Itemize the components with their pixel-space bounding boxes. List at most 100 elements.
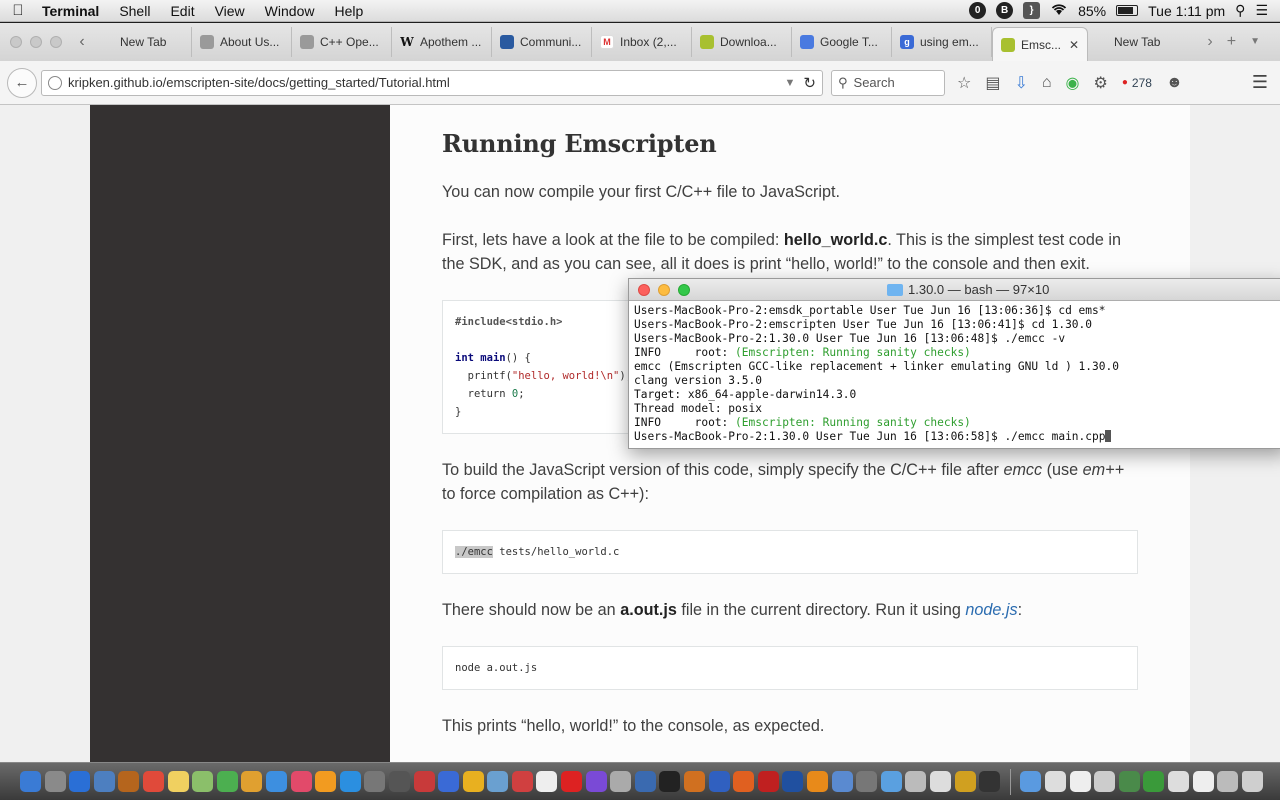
clock[interactable]: Tue 1:11 pm <box>1148 3 1225 19</box>
search-box[interactable]: ⚲ Search <box>831 69 945 96</box>
terminal-output[interactable]: Users-MacBook-Pro-2:emsdk_portable User … <box>629 301 1280 447</box>
dock-app-icon[interactable] <box>69 771 91 792</box>
dock-app-icon[interactable] <box>979 771 1001 792</box>
dock-app-icon[interactable] <box>265 771 287 792</box>
tab-list-chevron-icon[interactable]: ▼ <box>1250 33 1260 51</box>
tabs-scroll-right-icon[interactable]: › <box>1207 33 1212 51</box>
dock-folder-icon[interactable] <box>1118 771 1140 792</box>
terminal-minimize-button[interactable] <box>658 283 670 296</box>
dock-app-icon[interactable] <box>954 771 976 792</box>
tab-active-emscripten[interactable]: Emsc... ✕ <box>992 27 1088 61</box>
home-icon[interactable]: ⌂ <box>1042 74 1052 92</box>
tab-7[interactable]: Downloa... <box>692 27 792 57</box>
dock-app-icon[interactable] <box>241 771 263 792</box>
dock-app-icon[interactable] <box>733 771 755 792</box>
dock-app-icon[interactable] <box>364 771 386 792</box>
site-identity-icon[interactable] <box>48 75 62 90</box>
back-button[interactable]: ← <box>7 67 37 98</box>
dock-folder-icon[interactable] <box>1192 771 1214 792</box>
tab-5[interactable]: Communi... <box>492 27 592 57</box>
url-history-dropdown-icon[interactable]: ▼ <box>785 77 796 89</box>
chat-icon[interactable]: ☻ <box>1166 74 1183 92</box>
dock-app-icon[interactable] <box>339 771 361 792</box>
dock-folder-icon[interactable] <box>1069 771 1091 792</box>
status-icon-1[interactable]: 0 <box>969 2 987 19</box>
browser-close-button[interactable] <box>10 36 22 48</box>
spotlight-icon[interactable]: ⚲ <box>1235 2 1245 19</box>
dock-app-icon[interactable] <box>807 771 828 792</box>
browser-minimize-button[interactable] <box>30 36 42 48</box>
new-tab-plus-icon[interactable]: + <box>1227 33 1236 51</box>
dock-folder-icon[interactable] <box>1167 771 1189 792</box>
dock-app-icon[interactable] <box>462 771 484 792</box>
tab-close-icon[interactable]: ✕ <box>1069 38 1079 52</box>
dock-app-icon[interactable] <box>93 771 115 792</box>
dock-app-icon[interactable] <box>487 771 509 792</box>
terminal-titlebar[interactable]: 1.30.0 — bash — 97×10 <box>629 279 1280 301</box>
tab-6[interactable]: M Inbox (2,... <box>592 27 692 57</box>
dock-app-icon[interactable] <box>782 771 804 792</box>
dock-app-icon[interactable] <box>388 771 410 792</box>
terminal-zoom-button[interactable] <box>678 283 690 296</box>
dock-folder-icon[interactable] <box>1094 771 1116 792</box>
menu-shell[interactable]: Shell <box>109 3 160 19</box>
downloads-icon[interactable]: ⇩ <box>1014 73 1027 93</box>
tab-new-tab[interactable]: New Tab <box>1088 27 1188 57</box>
dock-app-icon[interactable] <box>20 771 41 792</box>
nodejs-link[interactable]: node.js <box>965 601 1017 619</box>
browser-zoom-button[interactable] <box>50 36 62 48</box>
dock-app-icon[interactable] <box>216 771 238 792</box>
dock-app-icon[interactable] <box>708 771 730 792</box>
dock-app-icon[interactable] <box>610 771 632 792</box>
dock-app-icon[interactable] <box>561 771 583 792</box>
dock-app-icon[interactable] <box>192 771 214 792</box>
extension-puzzle-icon[interactable]: ⚙ <box>1094 73 1108 93</box>
selected-code-text[interactable]: ./emcc <box>455 546 493 558</box>
dock-app-icon[interactable] <box>856 771 878 792</box>
menu-help[interactable]: Help <box>324 3 373 19</box>
browser-menu-icon[interactable]: ☰ <box>1252 72 1268 93</box>
dock-app-icon[interactable] <box>929 771 951 792</box>
tab-8[interactable]: Google T... <box>792 27 892 57</box>
battery-icon[interactable] <box>1116 5 1139 16</box>
reload-icon[interactable]: ↻ <box>803 74 816 92</box>
dock-app-icon[interactable] <box>44 771 66 792</box>
dock-folder-icon[interactable] <box>1217 771 1239 792</box>
dock-app-icon[interactable] <box>831 771 853 792</box>
dock-app-icon[interactable] <box>659 771 681 792</box>
dock-app-icon[interactable] <box>880 771 902 792</box>
menu-view[interactable]: View <box>205 3 255 19</box>
menu-app[interactable]: Terminal <box>36 3 109 19</box>
notification-center-icon[interactable]: ☰ <box>1255 2 1268 19</box>
dock-app-icon[interactable] <box>438 771 460 792</box>
bookmark-star-icon[interactable]: ☆ <box>957 73 971 93</box>
dock-app-icon[interactable] <box>413 771 435 792</box>
dock-app-icon[interactable] <box>905 771 927 792</box>
dock-folder-icon[interactable] <box>1044 771 1066 792</box>
dock-app-icon[interactable] <box>142 771 164 792</box>
dock-app-icon[interactable] <box>167 771 189 792</box>
dock-app-icon[interactable] <box>585 771 607 792</box>
terminal-window[interactable]: 1.30.0 — bash — 97×10 Users-MacBook-Pro-… <box>628 278 1280 449</box>
dock-app-icon[interactable] <box>118 771 140 792</box>
tab-1[interactable]: New Tab <box>92 27 192 57</box>
status-icon-3[interactable]: } <box>1023 2 1041 19</box>
tab-4[interactable]: W Apothem ... <box>392 27 492 57</box>
dock-app-icon[interactable] <box>290 771 312 792</box>
extension-icon[interactable]: ◉ <box>1066 73 1080 93</box>
tab-9[interactable]: g using em... <box>892 27 992 57</box>
tab-3[interactable]: C++ Ope... <box>292 27 392 57</box>
trash-icon[interactable] <box>1241 771 1263 792</box>
apple-icon[interactable]:  <box>0 2 36 19</box>
url-bar[interactable]: kripken.github.io/emscripten-site/docs/g… <box>41 69 823 96</box>
tabs-scroll-left-icon[interactable]: ‹ <box>72 33 92 51</box>
menu-window[interactable]: Window <box>255 3 325 19</box>
dock-folder-icon[interactable] <box>1143 771 1165 792</box>
tab-2[interactable]: About Us... <box>192 27 292 57</box>
dock-app-icon[interactable] <box>315 771 337 792</box>
counter-badge[interactable]: 278 <box>1132 76 1152 90</box>
dock-app-icon[interactable] <box>634 771 656 792</box>
wifi-icon[interactable] <box>1050 2 1068 19</box>
dock-folder-icon[interactable] <box>1020 771 1042 792</box>
status-icon-b[interactable]: B <box>996 2 1014 19</box>
